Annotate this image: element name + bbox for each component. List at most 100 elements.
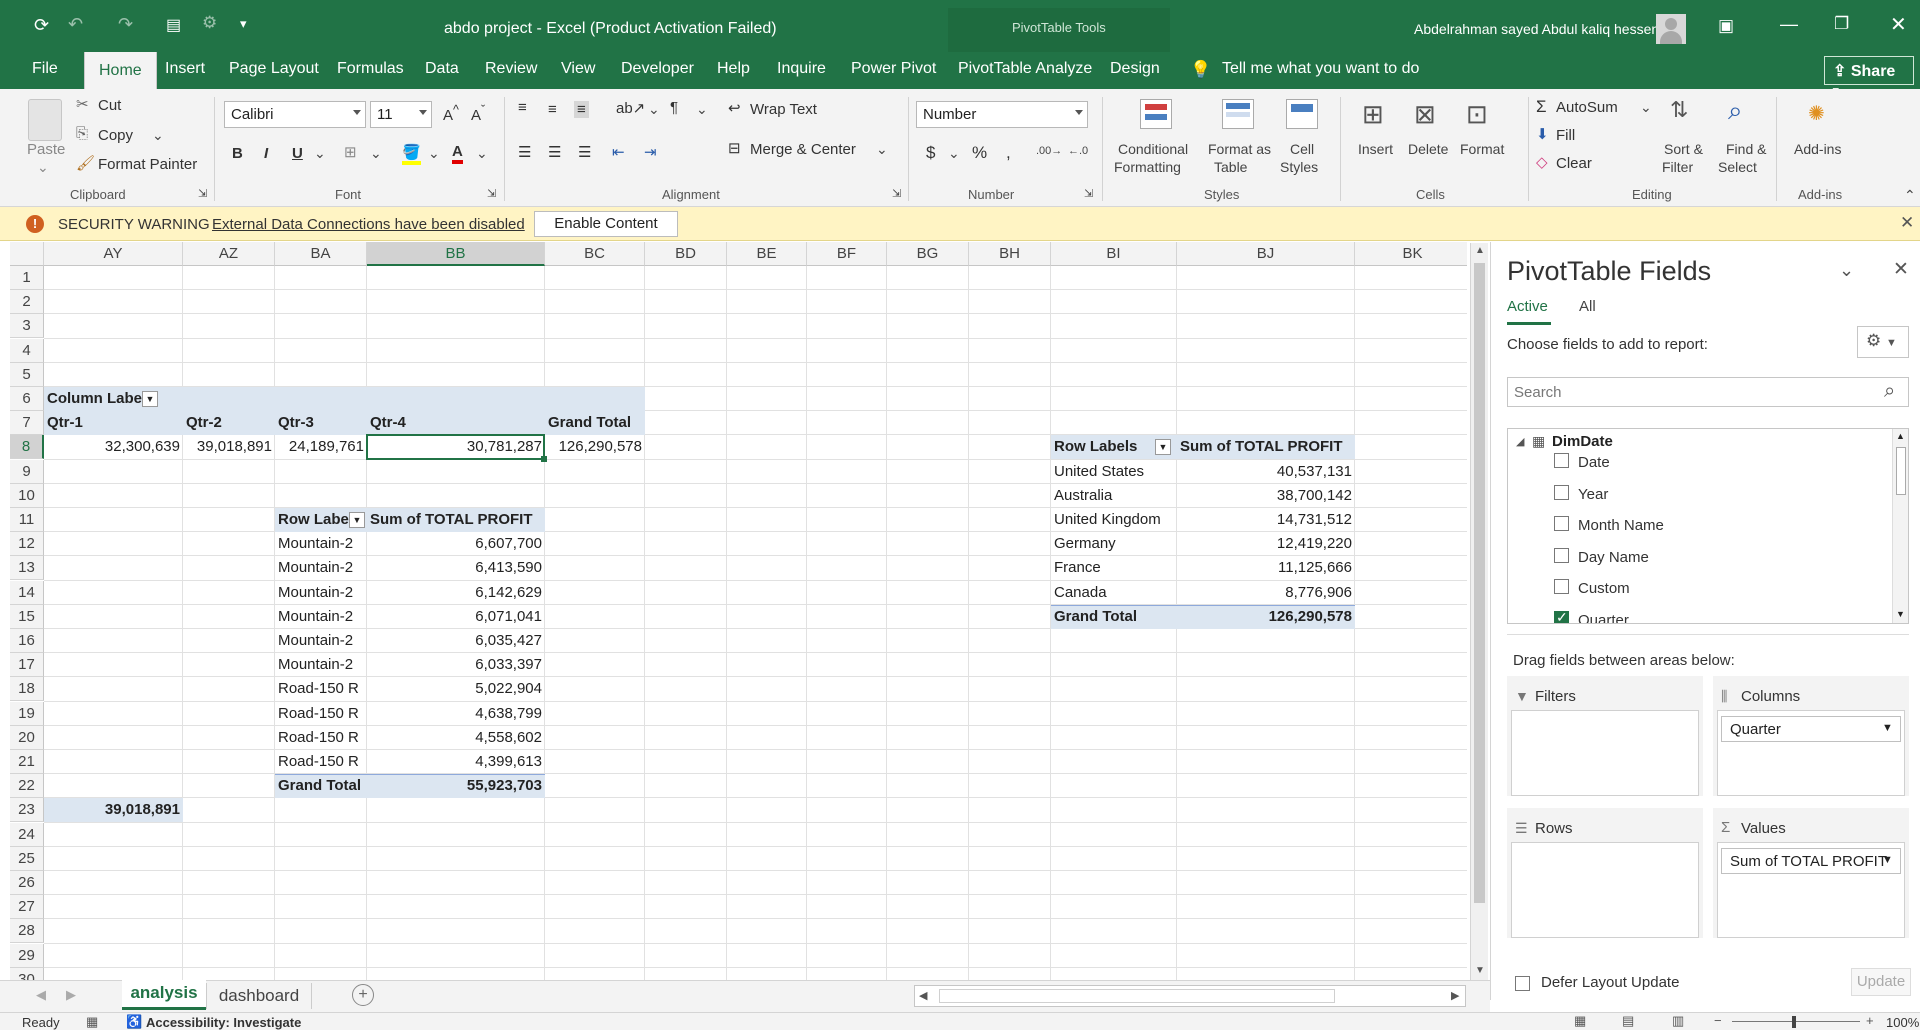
- find-select-label2[interactable]: Select: [1718, 159, 1757, 175]
- column-header[interactable]: BD: [645, 242, 727, 266]
- avatar[interactable]: [1656, 14, 1686, 44]
- field-name[interactable]: Date: [1578, 454, 1610, 471]
- autosum-dropdown-icon[interactable]: ⌄: [1640, 99, 1652, 116]
- search-icon[interactable]: ⌕: [1884, 380, 1895, 403]
- scroll-down-icon[interactable]: ▼: [1475, 965, 1485, 976]
- paragraph-dropdown-icon[interactable]: ⌄: [696, 101, 708, 118]
- normal-view-icon[interactable]: ▦: [1574, 1013, 1586, 1029]
- italic-icon[interactable]: I: [264, 145, 268, 162]
- orientation-icon[interactable]: ab↗: [616, 99, 645, 117]
- pivot-quarter-value[interactable]: 39,018,891: [183, 435, 275, 459]
- product-row-value[interactable]: 6,142,629: [367, 581, 545, 605]
- field-name[interactable]: Quarter: [1578, 612, 1629, 624]
- product-row-label[interactable]: Mountain-2: [275, 605, 367, 629]
- bold-icon[interactable]: B: [232, 145, 243, 162]
- row-header[interactable]: 11: [10, 508, 44, 532]
- conditional-formatting-label2[interactable]: Formatting: [1114, 159, 1181, 175]
- column-header[interactable]: BI: [1051, 242, 1177, 266]
- product-grand-total-label[interactable]: Grand Total: [275, 774, 367, 798]
- tab-page-layout[interactable]: Page Layout: [229, 60, 319, 78]
- increase-font-icon[interactable]: A^: [443, 103, 459, 124]
- pane-close-icon[interactable]: ✕: [1893, 258, 1909, 281]
- tab-file[interactable]: File: [32, 60, 58, 78]
- sheet-tab-dashboard[interactable]: dashboard: [206, 983, 312, 1009]
- orientation-dropdown-icon[interactable]: ⌄: [648, 101, 660, 118]
- add-ins-icon[interactable]: ✺: [1808, 101, 1825, 126]
- column-header[interactable]: BB: [367, 242, 545, 266]
- country-grand-total-label[interactable]: Grand Total: [1051, 605, 1177, 629]
- tab-formulas[interactable]: Formulas: [337, 60, 404, 78]
- country-filter-icon[interactable]: ▼: [1155, 439, 1171, 456]
- field-checkbox[interactable]: [1554, 516, 1569, 531]
- row-labels-filter-icon[interactable]: ▼: [349, 512, 365, 528]
- pivot-quarter-header[interactable]: Qtr-4: [367, 411, 545, 435]
- values-area[interactable]: Σ Values Sum of TOTAL PROFIT ▼: [1713, 808, 1909, 938]
- page-layout-view-icon[interactable]: ▤: [1622, 1013, 1634, 1029]
- copy-dropdown-icon[interactable]: ⌄: [152, 127, 164, 144]
- row-header[interactable]: 30: [10, 967, 44, 980]
- product-row-value[interactable]: 4,638,799: [367, 702, 545, 726]
- sort-filter-label2[interactable]: Filter: [1662, 159, 1693, 175]
- find-select-label[interactable]: Find &: [1726, 141, 1766, 157]
- product-row-label[interactable]: Road-150 R: [275, 750, 367, 774]
- product-row-label[interactable]: Road-150 R: [275, 702, 367, 726]
- field-name[interactable]: Custom: [1578, 580, 1630, 597]
- product-row-label[interactable]: Mountain-2: [275, 581, 367, 605]
- row-header[interactable]: 3: [10, 314, 44, 339]
- tab-active[interactable]: Active: [1507, 298, 1548, 315]
- autosum-button[interactable]: AutoSum: [1556, 99, 1618, 116]
- align-left-icon[interactable]: ☰: [518, 143, 531, 161]
- worksheet-grid[interactable]: AYAZBABBBCBDBEBFBGBHBIBJBKB1234567891011…: [10, 242, 1467, 980]
- country-row-label[interactable]: Australia: [1051, 484, 1177, 508]
- row-header[interactable]: 20: [10, 725, 44, 750]
- zoom-level[interactable]: 100%: [1886, 1015, 1919, 1030]
- pane-options-chevron-icon[interactable]: ⌄: [1839, 260, 1854, 281]
- tab-review[interactable]: Review: [485, 60, 537, 78]
- field-list-scrollbar[interactable]: ▲ ▼: [1892, 429, 1908, 623]
- row-header[interactable]: 1: [10, 266, 44, 290]
- hscroll-left-icon[interactable]: ◀: [919, 989, 927, 1002]
- column-header[interactable]: AZ: [183, 242, 275, 266]
- tab-home[interactable]: Home: [84, 52, 157, 89]
- paste-dropdown-icon[interactable]: ⌄: [37, 159, 49, 176]
- font-name-combo[interactable]: Calibri: [224, 101, 366, 128]
- cell-styles-icon[interactable]: [1286, 99, 1318, 129]
- paste-icon[interactable]: [28, 99, 62, 141]
- row-header[interactable]: 21: [10, 750, 44, 774]
- field-name[interactable]: Month Name: [1578, 517, 1664, 534]
- cell-styles-label2[interactable]: Styles: [1280, 159, 1318, 175]
- underline-dropdown-icon[interactable]: ⌄: [314, 145, 326, 162]
- zoom-slider[interactable]: [1732, 1021, 1860, 1022]
- field-checkbox[interactable]: ✓: [1554, 609, 1569, 623]
- product-grand-total-value[interactable]: 55,923,703: [367, 774, 545, 798]
- row-header[interactable]: 23: [10, 798, 44, 823]
- align-middle-icon[interactable]: ≡: [548, 101, 557, 118]
- row-header[interactable]: 13: [10, 556, 44, 581]
- product-row-label[interactable]: Road-150 R: [275, 726, 367, 750]
- insert-cells-button[interactable]: Insert: [1358, 141, 1393, 157]
- minimize-icon[interactable]: —: [1780, 14, 1798, 35]
- comma-icon[interactable]: ,: [1006, 143, 1011, 163]
- sort-filter-label[interactable]: Sort &: [1664, 141, 1703, 157]
- column-header[interactable]: BK: [1355, 242, 1467, 266]
- fill-handle[interactable]: [541, 455, 547, 462]
- vertical-scrollbar[interactable]: ▲ ▼: [1470, 243, 1488, 980]
- row-header[interactable]: 28: [10, 919, 44, 944]
- align-center-icon[interactable]: ☰: [548, 143, 561, 161]
- product-row-value[interactable]: 6,035,427: [367, 629, 545, 653]
- field-scroll-thumb[interactable]: [1896, 447, 1906, 495]
- product-row-value[interactable]: 6,413,590: [367, 556, 545, 580]
- row-header[interactable]: 16: [10, 629, 44, 653]
- country-row-value[interactable]: 8,776,906: [1177, 581, 1355, 605]
- paragraph-direction-icon[interactable]: ¶: [670, 99, 678, 116]
- add-ins-button[interactable]: Add-ins: [1794, 141, 1841, 157]
- accessibility-status[interactable]: Accessibility: Investigate: [146, 1015, 301, 1030]
- row-header[interactable]: 9: [10, 459, 44, 484]
- tab-inquire[interactable]: Inquire: [777, 60, 826, 78]
- conditional-formatting-icon[interactable]: [1140, 99, 1172, 129]
- country-row-label[interactable]: France: [1051, 556, 1177, 580]
- product-row-value[interactable]: 6,033,397: [367, 653, 545, 677]
- decrease-indent-icon[interactable]: ⇤: [612, 143, 625, 161]
- tab-help[interactable]: Help: [717, 60, 750, 78]
- values-field-sum-profit[interactable]: Sum of TOTAL PROFIT ▼: [1721, 848, 1901, 874]
